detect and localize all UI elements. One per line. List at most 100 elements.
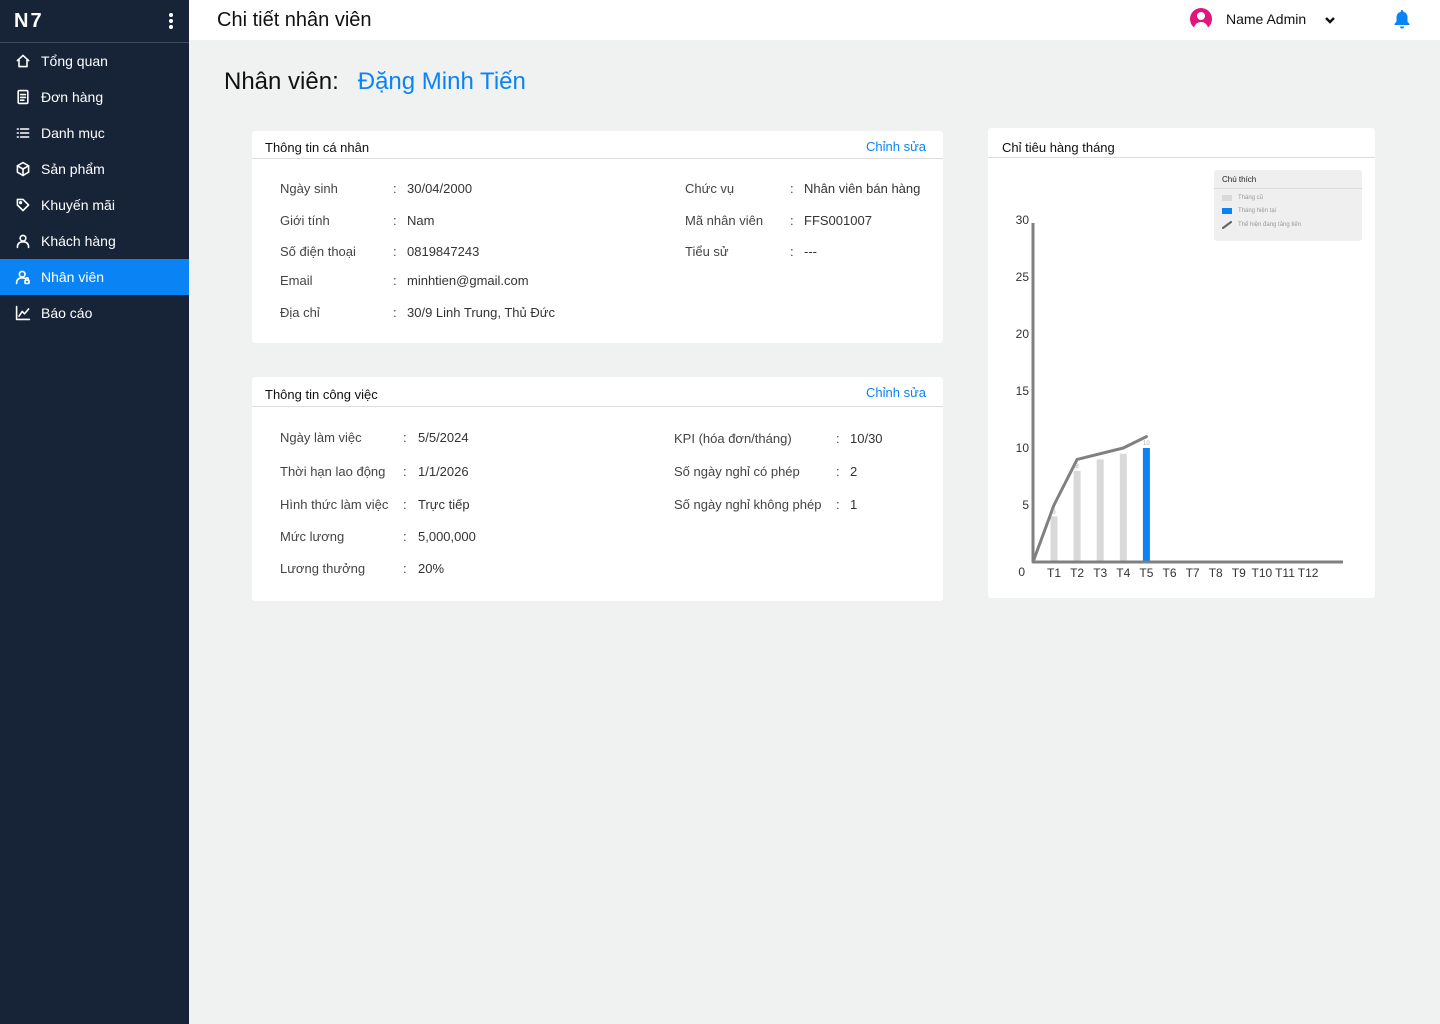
field-colon: : — [836, 464, 840, 479]
user-icon — [14, 232, 32, 250]
sidebar-item-label: Nhân viên — [41, 269, 105, 285]
field-value: 2 — [850, 464, 858, 479]
y-tick-label: 0 — [1018, 565, 1025, 579]
x-tick-label: T11 — [1275, 566, 1295, 580]
sidebar-item-label: Sản phẩm — [41, 161, 105, 177]
trend-line — [1031, 435, 1148, 564]
x-tick-label: T12 — [1298, 566, 1319, 580]
sidebar: N7 Tổng quan Đơn hàng Danh mục Sản phẩm Khuy… — [0, 0, 189, 1024]
legend-swatch-current — [1222, 208, 1232, 214]
monthly-target-card: Chỉ tiêu hàng tháng Chú thích Tháng cũ T… — [988, 128, 1375, 598]
field-row: Ngày sinh:30/04/2000 — [280, 181, 620, 199]
tag-icon — [14, 196, 32, 214]
field-label: Số ngày nghỉ không phép — [674, 497, 822, 512]
field-label: Lương thưởng — [280, 561, 366, 576]
field-value: Nam — [407, 213, 435, 228]
field-label: Chức vụ — [685, 181, 735, 196]
legend-item-past: Tháng cũ — [1222, 195, 1263, 201]
sidebar-item-4[interactable]: Khuyến mãi — [0, 187, 189, 223]
data-label: 10 — [1143, 441, 1150, 447]
employee-heading: Nhân viên: Đặng Minh Tiến — [224, 68, 526, 96]
sidebar-nav: Tổng quan Đơn hàng Danh mục Sản phẩm Khuyến … — [0, 43, 189, 331]
personal-info-card: Thông tin cá nhân Chỉnh sửa Ngày sinh:30… — [252, 131, 943, 343]
sidebar-item-label: Tổng quan — [41, 53, 108, 69]
x-tick-label: T1 — [1047, 566, 1061, 580]
field-label: Email — [280, 273, 313, 288]
field-label: Địa chỉ — [280, 305, 320, 320]
brand-logo: N7 — [14, 9, 44, 32]
legend-swatch-trend — [1222, 221, 1232, 229]
employee-name: Đặng Minh Tiến — [357, 68, 526, 95]
card-header: Thông tin công việc Chỉnh sửa — [252, 377, 943, 407]
legend-label: Thể hiện đang tăng tiến — [1238, 222, 1302, 228]
user-menu[interactable]: Name Admin — [1190, 8, 1336, 30]
x-tick-label: T3 — [1093, 566, 1107, 580]
field-row: Hình thức làm việc: Trực tiếp — [280, 497, 620, 515]
sidebar-item-6[interactable]: Nhân viên — [0, 259, 189, 295]
bar-T1 — [1050, 516, 1058, 562]
field-colon: : — [403, 529, 407, 544]
x-tick-label: T2 — [1070, 566, 1084, 580]
chevron-down-icon[interactable] — [1324, 13, 1336, 25]
field-row: Thời hạn lao động:1/1/2026 — [280, 464, 620, 482]
field-colon: : — [403, 561, 407, 576]
field-colon: : — [393, 181, 397, 196]
field-value: 1/1/2026 — [418, 464, 469, 479]
field-value: Trực tiếp — [418, 497, 470, 512]
field-label: Mức lương — [280, 529, 345, 544]
user-lock-icon — [14, 268, 32, 286]
card-title: Thông tin công việc — [265, 387, 378, 402]
card-title: Thông tin cá nhân — [265, 140, 370, 155]
field-label: Giới tính — [280, 213, 330, 228]
legend-item-trend: Thể hiện đang tăng tiến — [1222, 221, 1301, 229]
field-value: FFS001007 — [804, 213, 872, 228]
bell-icon[interactable] — [1393, 9, 1411, 29]
field-colon: : — [403, 430, 407, 445]
more-menu-icon[interactable] — [163, 11, 179, 31]
edit-work-button[interactable]: Chỉnh sửa — [866, 385, 926, 400]
field-colon: : — [790, 244, 794, 259]
y-tick-label: 30 — [1016, 213, 1030, 227]
sidebar-item-7[interactable]: Báo cáo — [0, 295, 189, 331]
sidebar-item-5[interactable]: Khách hàng — [0, 223, 189, 259]
field-row: Lương thưởng:20% — [280, 561, 620, 579]
box-icon — [14, 160, 32, 178]
sidebar-item-3[interactable]: Sản phẩm — [0, 151, 189, 187]
bar-T2 — [1073, 470, 1081, 562]
field-value: 20% — [418, 561, 445, 576]
x-tick-label: T5 — [1139, 566, 1153, 580]
field-colon: : — [393, 244, 397, 259]
field-colon: : — [393, 305, 397, 320]
field-row: Số ngày nghỉ không phép:1 — [674, 497, 1014, 515]
employee-label: Nhân viên: — [224, 68, 339, 95]
field-colon: : — [836, 497, 840, 512]
data-label: 5 — [1052, 509, 1056, 515]
field-value: 5,000,000 — [418, 529, 476, 544]
field-label: Mã nhân viên — [685, 213, 764, 228]
edit-personal-button[interactable]: Chỉnh sửa — [866, 139, 926, 154]
field-row: Email: minhtien@gmail.com — [280, 273, 620, 291]
sidebar-item-1[interactable]: Đơn hàng — [0, 79, 189, 115]
field-label: Hình thức làm việc — [280, 497, 389, 512]
legend-label: Tháng cũ — [1238, 195, 1264, 201]
field-value: 30/9 Linh Trung, Thủ Đức — [407, 305, 555, 320]
bar-T5 — [1142, 448, 1150, 562]
chart-title: Chỉ tiêu hàng tháng — [1002, 140, 1115, 155]
field-value: 30/04/2000 — [407, 181, 473, 196]
home-icon — [14, 52, 32, 70]
sidebar-item-2[interactable]: Danh mục — [0, 115, 189, 151]
field-colon: : — [393, 213, 397, 228]
legend-swatch-past — [1222, 195, 1232, 201]
y-tick-label: 5 — [1022, 498, 1029, 512]
brand-row: N7 — [0, 0, 189, 43]
field-colon: : — [790, 181, 794, 196]
y-tick-label: 10 — [1016, 441, 1030, 455]
field-colon: : — [790, 213, 794, 228]
card-header: Chỉ tiêu hàng tháng — [988, 128, 1375, 158]
x-tick-label: T9 — [1232, 566, 1246, 580]
field-row: Tiểu sử: --- — [685, 244, 1025, 262]
field-row: Giới tính: Nam — [280, 213, 620, 231]
chart-line-icon — [14, 304, 32, 322]
sidebar-item-0[interactable]: Tổng quan — [0, 43, 189, 79]
document-icon — [14, 88, 32, 106]
